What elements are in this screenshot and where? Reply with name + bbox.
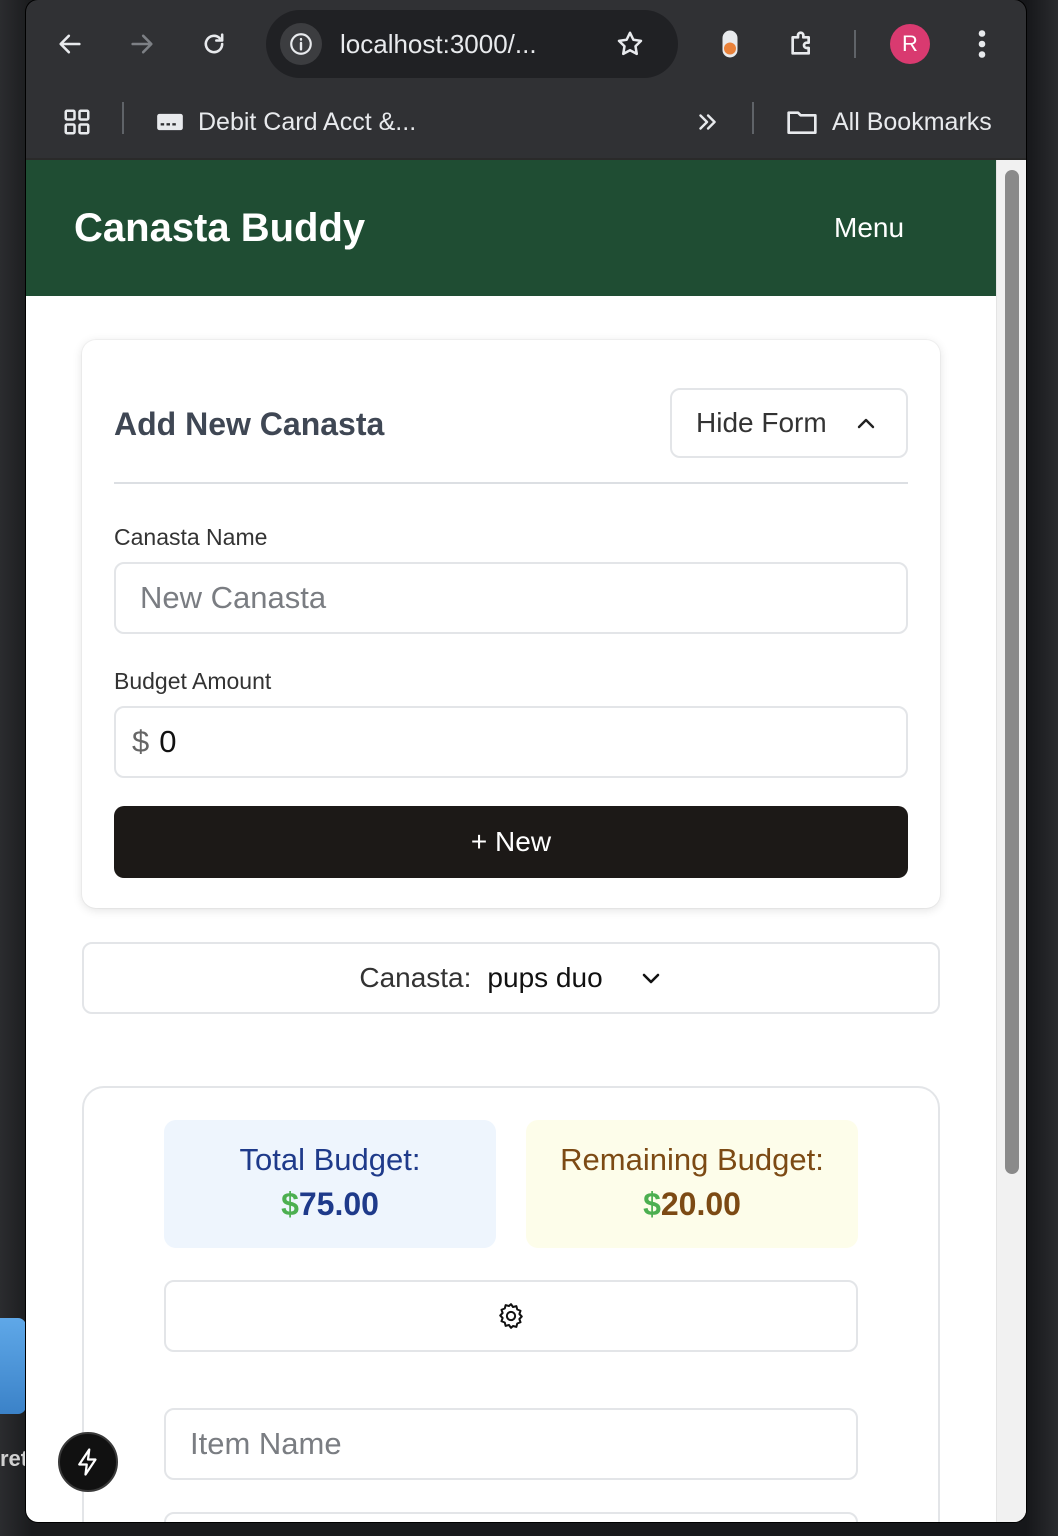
add-canasta-form: Add New Canasta Hide Form Canasta Name N… [82,340,940,908]
new-canasta-button[interactable]: + New [114,806,908,878]
hide-form-button[interactable]: Hide Form [670,388,908,458]
budget-amount-value: 0 [159,724,177,759]
menu-button[interactable]: Menu [834,212,904,244]
bookmarks-divider [122,102,124,134]
app-header: Canasta Buddy Menu [26,160,996,296]
browser-toolbar: localhost:3000/... R [26,0,1026,86]
apps-grid-icon[interactable] [62,102,92,142]
site-info-icon[interactable] [280,23,322,65]
form-divider [114,482,908,484]
page-scrollbar[interactable] [996,160,1026,1522]
bookmark-debit-card[interactable]: Debit Card Acct &... [156,102,416,142]
reload-button[interactable] [194,24,234,64]
address-bar[interactable]: localhost:3000/... [266,10,678,78]
app-title[interactable]: Canasta Buddy [74,206,365,251]
chevron-down-icon [642,973,659,984]
canasta-name-label: Canasta Name [114,524,268,550]
total-budget-label: Total Budget: [239,1142,421,1177]
folder-icon [787,111,817,135]
canasta-selector[interactable]: Canasta: pups duo [82,942,940,1014]
bookmarks-bar: Debit Card Acct &... All Bookmarks [26,86,1026,158]
arrow-right-icon [131,34,153,54]
remaining-budget-value: 20.00 [660,1186,741,1222]
canasta-selector-label: Canasta: [359,962,472,993]
remaining-budget-amount: $20.00 [526,1186,858,1223]
hide-form-label: Hide Form [696,407,827,438]
forward-button[interactable] [122,24,162,64]
total-budget-box: Total Budget: $75.00 [164,1120,496,1248]
remaining-budget-label: Remaining Budget: [560,1142,824,1177]
bookmarks-divider [752,102,754,134]
more-menu-icon[interactable] [962,24,1002,64]
chevron-up-icon [857,418,875,429]
settings-button[interactable] [164,1280,858,1352]
bookmark-label: Debit Card Acct &... [198,107,417,136]
budget-panel: Total Budget: $75.00 Remaining Budget: $… [82,1086,940,1522]
extension-toggle-icon[interactable] [710,24,750,64]
currency-symbol: $ [281,1186,299,1222]
reload-icon [204,33,224,54]
lightning-bolt-icon [78,1448,97,1476]
bookmarks-overflow-button[interactable] [694,102,720,142]
extensions-puzzle-icon[interactable] [782,24,822,64]
budget-amount-input[interactable]: $ 0 [114,706,908,778]
profile-avatar[interactable]: R [890,24,930,64]
budget-amount-label: Budget Amount [114,668,272,694]
total-budget-value: 75.00 [298,1186,379,1222]
bookmark-star-icon[interactable] [610,24,650,64]
desktop-item-label: ret [0,1446,29,1471]
currency-symbol: $ [132,724,150,759]
card-icon [157,113,183,131]
total-budget-amount: $75.00 [164,1186,496,1223]
canasta-name-placeholder: New Canasta [140,580,327,615]
remaining-budget-box: Remaining Budget: $20.00 [526,1120,858,1248]
canasta-name-input[interactable]: New Canasta [114,562,908,634]
canasta-selector-value: pups duo [487,962,603,993]
url-text[interactable]: localhost:3000/... [340,29,537,60]
desktop-folder-icon[interactable] [0,1318,26,1414]
all-bookmarks-label: All Bookmarks [832,107,992,136]
item-name-placeholder: Item Name [190,1426,342,1461]
quick-action-button[interactable] [58,1432,118,1492]
scrollbar-thumb[interactable] [1005,170,1019,1174]
double-chevron-right-icon [699,114,716,130]
gear-icon [499,1303,523,1329]
all-bookmarks-button[interactable]: All Bookmarks [786,102,992,142]
item-name-input[interactable]: Item Name [164,1408,858,1480]
item-next-input[interactable] [164,1512,858,1522]
back-button[interactable] [50,24,90,64]
currency-symbol: $ [643,1186,661,1222]
form-title: Add New Canasta [114,406,385,442]
page-viewport: Canasta Buddy Menu Add New Canasta Hide … [26,158,1026,1522]
arrow-left-icon [59,34,81,54]
browser-window: localhost:3000/... R Debit Card Acct &..… [26,0,1026,1522]
toolbar-divider [854,30,856,58]
